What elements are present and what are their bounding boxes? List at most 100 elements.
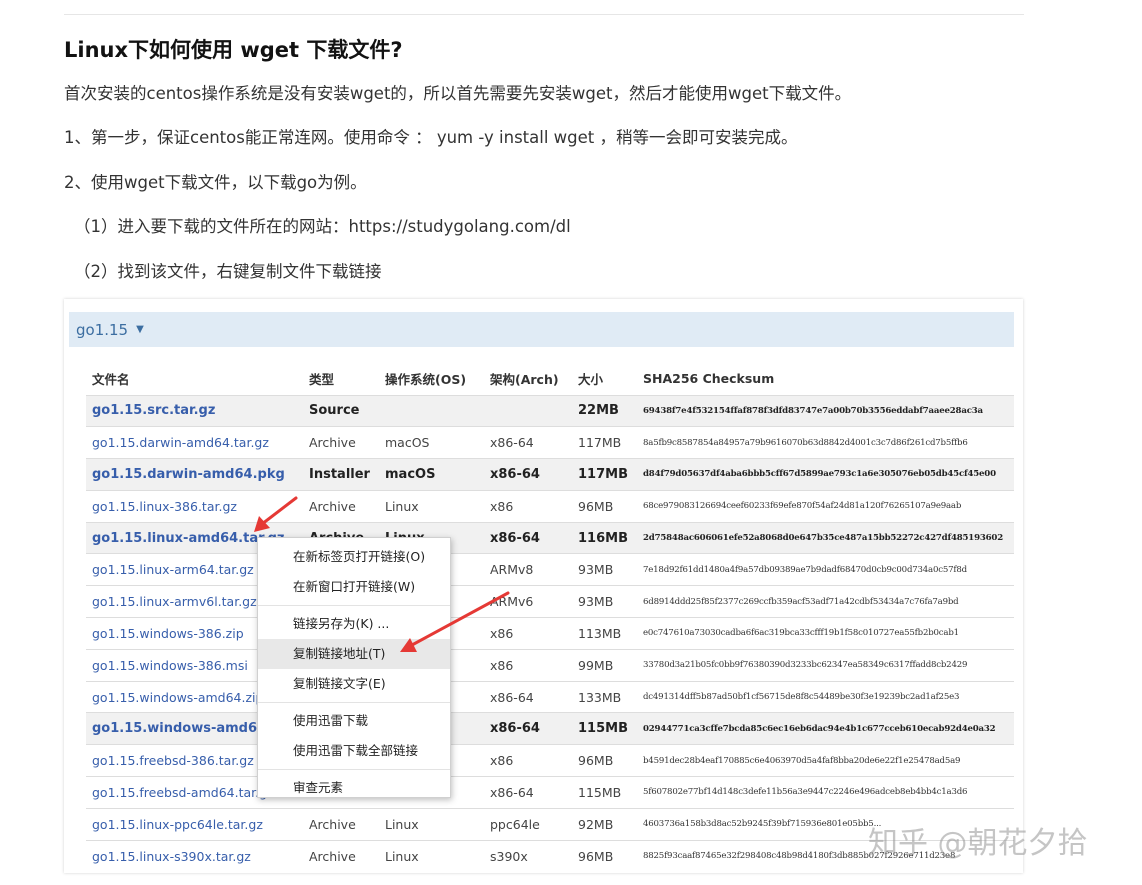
cell-checksum: 68ce979083126694ceef60233f69efe870f54af2… xyxy=(637,489,1014,523)
cell-arch: x86 xyxy=(484,648,572,682)
cell-os: Linux xyxy=(379,807,484,841)
cell-size: 22MB xyxy=(572,394,637,427)
article-heading: Linux下如何使用 wget 下载文件? xyxy=(64,38,403,62)
cell-kind: Source xyxy=(303,394,379,427)
cell-kind: Archive xyxy=(303,489,379,523)
column-header-os: 操作系统(OS) xyxy=(385,372,467,388)
context-menu-item[interactable]: 复制链接文字(E) xyxy=(258,669,450,699)
cell-size: 99MB xyxy=(572,648,637,682)
cell-arch: x86-64 xyxy=(484,458,572,491)
file-link[interactable]: go1.15.darwin-amd64.tar.gz xyxy=(86,426,303,459)
cell-checksum: dc491314dff5b87ad50bf1cf56715de8f8c54489… xyxy=(637,680,1014,713)
cell-arch: x86-64 xyxy=(484,712,572,745)
cell-size: 96MB xyxy=(572,489,637,523)
version-label[interactable]: go1.15 xyxy=(76,321,128,339)
cell-size: 93MB xyxy=(572,585,637,618)
table-row: go1.15.freebsd-386.tar.gzArchiveFreeBSDx… xyxy=(86,744,1014,777)
table-row: go1.15.windows-386.zipArchiveWindowsx861… xyxy=(86,617,1014,650)
article-paragraph-substep2: （2）找到该文件，右键复制文件下载链接 xyxy=(74,262,382,281)
cell-checksum: d84f79d05637df4aba6bbb5cff67d5899ae793c1… xyxy=(637,458,1014,491)
cell-size: 117MB xyxy=(572,458,637,491)
column-header-filename: 文件名 xyxy=(92,372,130,388)
table-row: go1.15.windows-386.msiInstallerWindowsx8… xyxy=(86,648,1014,682)
cell-checksum: 8a5fb9c8587854a84957a79b9616070b63d8842d… xyxy=(637,426,1014,459)
context-menu-item[interactable]: 在新标签页打开链接(O) xyxy=(258,542,450,572)
cell-size: 92MB xyxy=(572,807,637,841)
table-row: go1.15.windows-amd64.zipArchiveWindowsx8… xyxy=(86,680,1014,713)
column-header-checksum: SHA256 Checksum xyxy=(643,371,775,387)
table-header-row: 文件名 类型 操作系统(OS) 架构(Arch) 大小 SHA256 Check… xyxy=(86,363,1014,395)
menu-separator xyxy=(258,769,450,770)
table-row: go1.15.linux-armv6l.tar.gzArchiveLinuxAR… xyxy=(86,585,1014,618)
table-row: go1.15.src.tar.gz Source 22MB 69438f7e4f532… xyxy=(86,394,1014,427)
cell-kind: Archive xyxy=(303,426,379,459)
cell-checksum: 5f607802e77bf14d148c3defe11b56a3e9447c22… xyxy=(637,776,1014,809)
cell-size: 115MB xyxy=(572,776,637,809)
menu-separator xyxy=(258,605,450,606)
context-menu-item[interactable]: 链接另存为(K) ... xyxy=(258,609,450,639)
table-row: go1.15.linux-amd64.tar.gzArchiveLinuxx86… xyxy=(86,521,1014,554)
cell-checksum: 69438f7e4f532154ffaf878f3dfd83747e7a00b7… xyxy=(637,394,1014,427)
column-header-kind: 类型 xyxy=(309,372,335,388)
file-link[interactable]: go1.15.src.tar.gz xyxy=(86,394,303,427)
table-row: go1.15.darwin-amd64.pkg Installer macOS x86… xyxy=(86,458,1014,491)
cell-arch: x86-64 xyxy=(484,426,572,459)
cell-os: Linux xyxy=(379,839,484,872)
context-menu-item[interactable]: 审查元素 xyxy=(258,773,450,803)
cell-arch xyxy=(484,394,572,427)
cell-os: Linux xyxy=(379,489,484,523)
cell-arch: s390x xyxy=(484,839,572,872)
file-link[interactable]: go1.15.linux-386.tar.gz xyxy=(86,489,303,523)
cell-size: 93MB xyxy=(572,553,637,586)
table-body: go1.15.src.tar.gz Source 22MB 69438f7e4f532… xyxy=(86,394,1014,872)
cell-arch: x86 xyxy=(484,489,572,523)
cell-size: 96MB xyxy=(572,839,637,872)
cell-os: macOS xyxy=(379,426,484,459)
cell-arch: x86 xyxy=(484,617,572,650)
column-header-size: 大小 xyxy=(578,372,604,388)
cell-arch: ppc64le xyxy=(484,807,572,841)
download-page-screenshot: go1.15 ▼ 文件名 类型 操作系统(OS) 架构(Arch) 大小 SHA… xyxy=(64,299,1023,873)
top-divider xyxy=(64,14,1024,15)
context-menu-item[interactable]: 在新窗口打开链接(W) xyxy=(258,572,450,602)
downloads-table: 文件名 类型 操作系统(OS) 架构(Arch) 大小 SHA256 Check… xyxy=(86,363,1014,872)
cell-kind: Archive xyxy=(303,839,379,872)
expand-caret-icon[interactable]: ▼ xyxy=(136,324,144,335)
menu-separator xyxy=(258,702,450,703)
article-paragraph-intro: 首次安装的centos操作系统是没有安装wget的，所以首先需要先安装wget，… xyxy=(64,84,852,103)
cell-checksum: 2d75848ac606061efe52a8068d0e647b35ce487a… xyxy=(637,521,1014,554)
table-row: go1.15.windows-amd64.msiInstallerWindows… xyxy=(86,712,1014,745)
context-menu-item[interactable]: 使用迅雷下载全部链接 xyxy=(258,736,450,766)
cell-size: 116MB xyxy=(572,521,637,554)
cell-arch: ARMv6 xyxy=(484,585,572,618)
cell-checksum: 6d8914ddd25f85f2377c269ccfb359acf53adf71… xyxy=(637,585,1014,618)
file-link[interactable]: go1.15.linux-ppc64le.tar.gz xyxy=(86,807,303,841)
cell-checksum: e0c747610a73030cadba6f6ac319bca33cfff19b… xyxy=(637,617,1014,650)
context-menu-item[interactable]: 复制链接地址(T) xyxy=(258,639,450,669)
column-header-arch: 架构(Arch) xyxy=(490,372,559,388)
cell-os xyxy=(379,394,484,427)
context-menu-item[interactable]: 使用迅雷下载 xyxy=(258,706,450,736)
cell-size: 113MB xyxy=(572,617,637,650)
zhihu-watermark: 知乎 @朝花夕拾 xyxy=(868,826,1088,861)
cell-arch: x86-64 xyxy=(484,680,572,713)
file-link[interactable]: go1.15.darwin-amd64.pkg xyxy=(86,458,303,491)
cell-size: 133MB xyxy=(572,680,637,713)
cell-checksum: 33780d3a21b05fc0bb9f76380390d3233bc62347… xyxy=(637,648,1014,682)
cell-size: 96MB xyxy=(572,744,637,777)
cell-size: 115MB xyxy=(572,712,637,745)
cell-checksum: 7e18d92f61dd1480a4f9a57db09389ae7b9dadf6… xyxy=(637,553,1014,586)
table-row: go1.15.darwin-amd64.tar.gz Archive macOS x8… xyxy=(86,426,1014,459)
cell-kind: Archive xyxy=(303,807,379,841)
cell-arch: x86-64 xyxy=(484,776,572,809)
article-paragraph-substep1: （1）进入要下载的文件所在的网站：https://studygolang.com… xyxy=(74,217,571,236)
cell-arch: ARMv8 xyxy=(484,553,572,586)
cell-checksum: b4591dec28b4eaf170885c6e4063970d5a4faf8b… xyxy=(637,744,1014,777)
cell-kind: Installer xyxy=(303,458,379,491)
table-row: go1.15.linux-arm64.tar.gzArchiveLinuxARM… xyxy=(86,553,1014,586)
cell-size: 117MB xyxy=(572,426,637,459)
cell-os: macOS xyxy=(379,458,484,491)
file-link[interactable]: go1.15.linux-s390x.tar.gz xyxy=(86,839,303,872)
table-row: go1.15.linux-386.tar.gz Archive Linux x86 96… xyxy=(86,489,1014,523)
version-toggle[interactable]: go1.15 ▼ xyxy=(69,312,1014,347)
